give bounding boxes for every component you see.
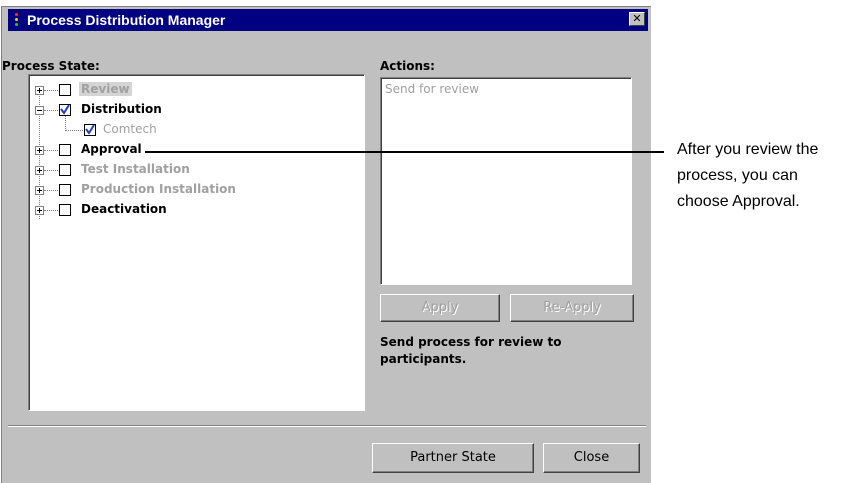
plus-box-icon[interactable] (35, 206, 44, 215)
plus-box-icon[interactable] (35, 146, 44, 155)
tree-node-label: Production Installation (81, 182, 236, 196)
tree-connector-line (44, 90, 58, 91)
process-distribution-dialog: Process Distribution Manager ✕ Process S… (1, 6, 651, 483)
test-installation-checkbox[interactable] (59, 164, 71, 176)
plus-box-icon[interactable] (35, 186, 44, 195)
title-bar[interactable]: Process Distribution Manager ✕ (8, 9, 648, 31)
tree-connector-line (44, 190, 58, 191)
tree-connector-line (44, 150, 58, 151)
reapply-button[interactable]: Re-Apply (510, 294, 634, 322)
plus-box-icon[interactable] (35, 86, 44, 95)
partner-state-button[interactable]: Partner State (372, 443, 534, 473)
plus-box-icon[interactable] (35, 166, 44, 175)
process-state-label: Process State: (2, 59, 100, 73)
callout-text: After you review the process, you can ch… (677, 141, 819, 210)
tree-connector-line (65, 130, 83, 131)
distribution-checkbox[interactable] (59, 104, 71, 116)
tree-node-label: Review (79, 82, 132, 96)
process-state-tree[interactable]: Review Distribution Comtech Approval Tes… (28, 74, 365, 411)
footer-separator (8, 425, 646, 427)
tree-node-label: Test Installation (81, 162, 190, 176)
approval-checkbox[interactable] (59, 144, 71, 156)
actions-list[interactable]: Send for review (380, 77, 632, 285)
close-button[interactable]: Close (543, 443, 640, 473)
tree-node-label: Comtech (103, 122, 157, 136)
action-description: Send process for review to participants. (380, 335, 562, 366)
dialog-title: Process Distribution Manager (27, 12, 226, 28)
production-installation-checkbox[interactable] (59, 184, 71, 196)
actions-label: Actions: (380, 59, 435, 73)
apply-button[interactable]: Apply (380, 294, 500, 322)
comtech-checkbox[interactable] (84, 124, 96, 136)
minus-box-icon[interactable] (35, 106, 44, 115)
tree-node-label: Distribution (81, 102, 162, 116)
tree-connector-line (44, 210, 58, 211)
traffic-light-icon (12, 12, 22, 28)
checkmark-icon (85, 125, 95, 135)
callout-pointer-line (145, 151, 664, 153)
review-checkbox[interactable] (59, 84, 71, 96)
action-item-send-for-review[interactable]: Send for review (385, 82, 479, 96)
tree-connector-line (44, 170, 58, 171)
tree-node-label: Deactivation (81, 202, 167, 216)
checkmark-icon (60, 105, 70, 115)
deactivation-checkbox[interactable] (59, 204, 71, 216)
tree-node-label: Approval (81, 142, 142, 156)
tree-connector-line (44, 110, 58, 111)
close-icon[interactable]: ✕ (629, 12, 645, 26)
